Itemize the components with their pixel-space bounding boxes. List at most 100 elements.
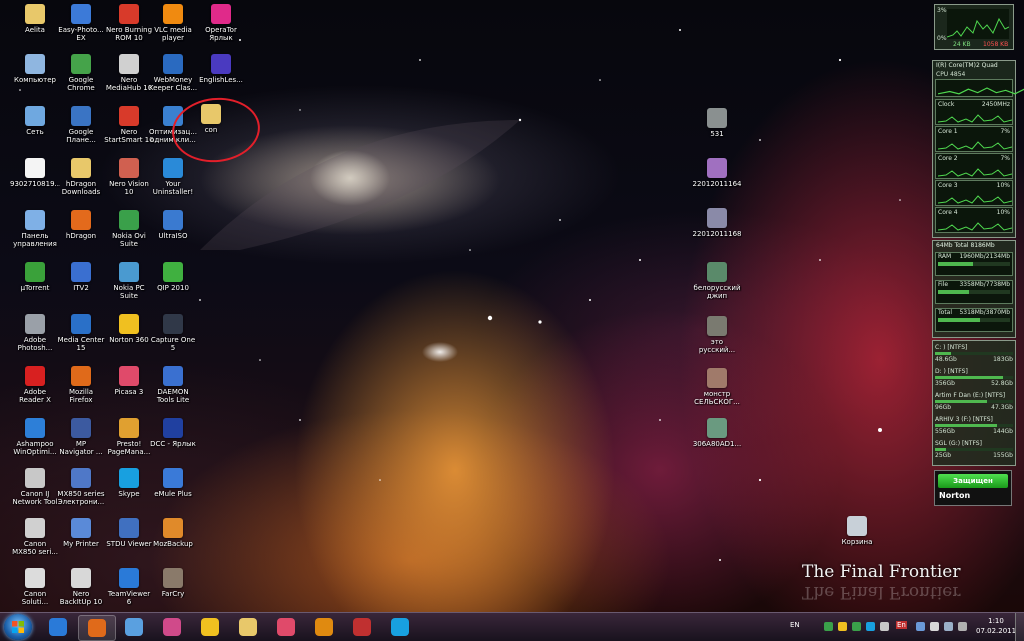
desktop-icon[interactable]: hDragon bbox=[56, 210, 106, 258]
taskbar-button-media[interactable] bbox=[154, 615, 190, 639]
norton-gadget[interactable]: Защищен Norton bbox=[934, 470, 1012, 506]
desktop-icon[interactable]: 9302710819... bbox=[10, 158, 60, 206]
desktop-icon[interactable]: MX850 series Электрони... bbox=[56, 468, 106, 516]
desktop-icon[interactable]: Canon IJ Network Tool bbox=[10, 468, 60, 516]
tray-flag-icon[interactable] bbox=[930, 622, 939, 631]
desktop-icon[interactable]: это русский... bbox=[692, 316, 742, 364]
drive-row[interactable]: SGL (G:) [NTFS] 25Gb 155Gb bbox=[935, 440, 1013, 459]
desktop-icon[interactable]: Adobe Reader X bbox=[10, 366, 60, 414]
tray-volume-icon[interactable] bbox=[958, 622, 967, 631]
desktop-icon[interactable]: Nero Vision 10 bbox=[104, 158, 154, 206]
tray-network-icon[interactable] bbox=[944, 622, 953, 631]
taskbar-button-explorer[interactable] bbox=[230, 615, 266, 639]
desktop-icon[interactable]: EnglishLes... bbox=[196, 54, 246, 102]
taskbar-button-ie[interactable] bbox=[40, 615, 76, 639]
red-annotation-circle bbox=[168, 93, 264, 167]
desktop-icon[interactable]: Skype bbox=[104, 468, 154, 516]
desktop-icon[interactable]: MozBackup bbox=[148, 518, 198, 566]
cpu-gadget[interactable]: I(R) Core(TM)2 Quad CPU 4854 Clock 2450MH… bbox=[932, 60, 1024, 238]
desktop-icon[interactable]: OperaTor Ярлык bbox=[196, 4, 246, 52]
desktop-icon[interactable]: Google Chrome bbox=[56, 54, 106, 102]
desktop-icon-label: ITV2 bbox=[73, 284, 89, 292]
tray-qip-icon[interactable] bbox=[852, 622, 861, 631]
desktop-icon[interactable]: My Printer bbox=[56, 518, 106, 566]
desktop-icon-label: Media Center 15 bbox=[57, 336, 105, 352]
taskbar-button-wmp[interactable] bbox=[306, 615, 342, 639]
desktop-icon[interactable]: Nero MediaHub 10 bbox=[104, 54, 154, 102]
desktop-icon[interactable]: 22012011164 bbox=[692, 158, 742, 206]
drive-row[interactable]: ARHIV 3 (F:) [NTFS] 556Gb 144Gb bbox=[935, 416, 1013, 435]
cpu-title: I(R) Core(TM)2 Quad bbox=[936, 62, 998, 69]
desktop-icon[interactable]: Панель управления bbox=[10, 210, 60, 258]
desktop-icon[interactable]: Capture One 5 bbox=[148, 314, 198, 362]
desktop-icon[interactable]: Norton 360 bbox=[104, 314, 154, 362]
desktop-icon[interactable]: Компьютер bbox=[10, 54, 60, 102]
desktop-icon[interactable]: Сеть bbox=[10, 106, 60, 154]
taskbar-button-nero[interactable] bbox=[344, 615, 380, 639]
taskbar-button-norton[interactable] bbox=[192, 615, 228, 639]
drive-row[interactable]: C: ) [NTFS] 48.6Gb 183Gb bbox=[935, 344, 1013, 363]
desktop-icon[interactable]: Your Uninstaller! bbox=[148, 158, 198, 206]
desktop-icon[interactable]: WebMoney Keeper Clas... bbox=[148, 54, 198, 102]
tray-bluetooth-icon[interactable] bbox=[916, 622, 925, 631]
desktop-icon[interactable]: µTorrent bbox=[10, 262, 60, 310]
cpu-row: Core 4 10% bbox=[935, 207, 1013, 233]
desktop-icon[interactable]: Adobe Photosh... bbox=[10, 314, 60, 362]
network-gadget[interactable]: 3% 0% 24 KB 1058 KB bbox=[934, 4, 1014, 50]
desktop-icon[interactable]: VLC media player bbox=[148, 4, 198, 52]
desktop-icon[interactable]: Canon Soluti... bbox=[10, 568, 60, 612]
desktop-icon[interactable]: Nokia Ovi Suite bbox=[104, 210, 154, 258]
desktop-icon[interactable]: Nero StartSmart 10 bbox=[104, 106, 154, 154]
tray-device-icon[interactable] bbox=[880, 622, 889, 631]
language-indicator[interactable]: EN bbox=[790, 621, 800, 629]
desktop-icon[interactable]: MP Navigator ... bbox=[56, 418, 106, 466]
desktop-icon[interactable]: Canon MX850 seri... bbox=[10, 518, 60, 566]
desktop-icon[interactable]: STDU Viewer bbox=[104, 518, 154, 566]
tray-lang2[interactable]: En bbox=[896, 621, 907, 629]
desktop-icon[interactable]: Nero Burning ROM 10 bbox=[104, 4, 154, 52]
start-button[interactable] bbox=[4, 614, 32, 640]
clock[interactable]: 1:10 07.02.2011 bbox=[976, 616, 1016, 636]
desktop-icon[interactable]: Easy-Photo... EX bbox=[56, 4, 106, 52]
desktop-icon[interactable]: Mozilla Firefox bbox=[56, 366, 106, 414]
desktop-icon[interactable]: белорусский джип bbox=[692, 262, 742, 310]
desktop-icon[interactable]: 531 bbox=[692, 108, 742, 156]
wallpaper-title-reflection: The Final Frontier bbox=[802, 582, 961, 602]
desktop-icon[interactable]: Picasa 3 bbox=[104, 366, 154, 414]
tray-skype-icon[interactable] bbox=[866, 622, 875, 631]
desktop-icon[interactable]: QIP 2010 bbox=[148, 262, 198, 310]
drive-row[interactable]: D: ) [NTFS] 356Gb 52.8Gb bbox=[935, 368, 1013, 387]
tray-norton-icon[interactable] bbox=[838, 622, 847, 631]
desktop-icon[interactable]: Media Center 15 bbox=[56, 314, 106, 362]
tray-nokia-icon[interactable] bbox=[824, 622, 833, 631]
desktop-icon[interactable]: Ashampoo WinOptimi... bbox=[10, 418, 60, 466]
desktop-icon[interactable]: UltraISO bbox=[148, 210, 198, 258]
show-desktop-button[interactable] bbox=[1015, 613, 1024, 641]
desktop-icon[interactable]: hDragon Downloads bbox=[56, 158, 106, 206]
taskbar-button-picasa[interactable] bbox=[268, 615, 304, 639]
desktop-icon[interactable]: 22012011168 bbox=[692, 208, 742, 256]
desktop-icon[interactable]: eMule Plus bbox=[148, 468, 198, 516]
desktop-icon[interactable]: FarCry bbox=[148, 568, 198, 612]
desktop-icon-label: QIP 2010 bbox=[157, 284, 189, 292]
drive-row[interactable]: Artim F Dan (E:) [NTFS] 96Gb 47.3Gb bbox=[935, 392, 1013, 411]
desktop-icon[interactable]: Presto! PageMana... bbox=[104, 418, 154, 466]
drives-gadget[interactable]: C: ) [NTFS] 48.6Gb 183Gb D: ) [NTFS] 356Gb 52… bbox=[932, 340, 1016, 466]
desktop-icon[interactable]: Aelita bbox=[10, 4, 60, 52]
english-lessons-icon bbox=[211, 54, 231, 74]
memory-gadget[interactable]: 64Mb Total 8186Mb RAM 1960Mb/2134Mb File 33… bbox=[932, 240, 1016, 338]
drive-used: 356Gb bbox=[935, 380, 955, 387]
desktop-icon[interactable]: монстр СЕЛЬСКОГ... bbox=[692, 368, 742, 416]
taskbar-button-skype[interactable] bbox=[382, 615, 418, 639]
taskbar-button-firefox[interactable] bbox=[78, 615, 116, 641]
desktop-icon[interactable]: 306A80AD1... bbox=[692, 418, 742, 466]
desktop-icon[interactable]: ITV2 bbox=[56, 262, 106, 310]
desktop-icon[interactable]: Корзина bbox=[832, 516, 882, 564]
taskbar-button-aero[interactable] bbox=[116, 615, 152, 639]
desktop-icon[interactable]: Nero BackItUp 10 bbox=[56, 568, 106, 612]
desktop-icon[interactable]: Google Плане... bbox=[56, 106, 106, 154]
desktop-icon[interactable]: DCC - Ярлык bbox=[148, 418, 198, 466]
desktop-icon[interactable]: DAEMON Tools Lite bbox=[148, 366, 198, 414]
desktop-icon[interactable]: TeamViewer 6 bbox=[104, 568, 154, 612]
desktop-icon[interactable]: Nokia PC Suite bbox=[104, 262, 154, 310]
